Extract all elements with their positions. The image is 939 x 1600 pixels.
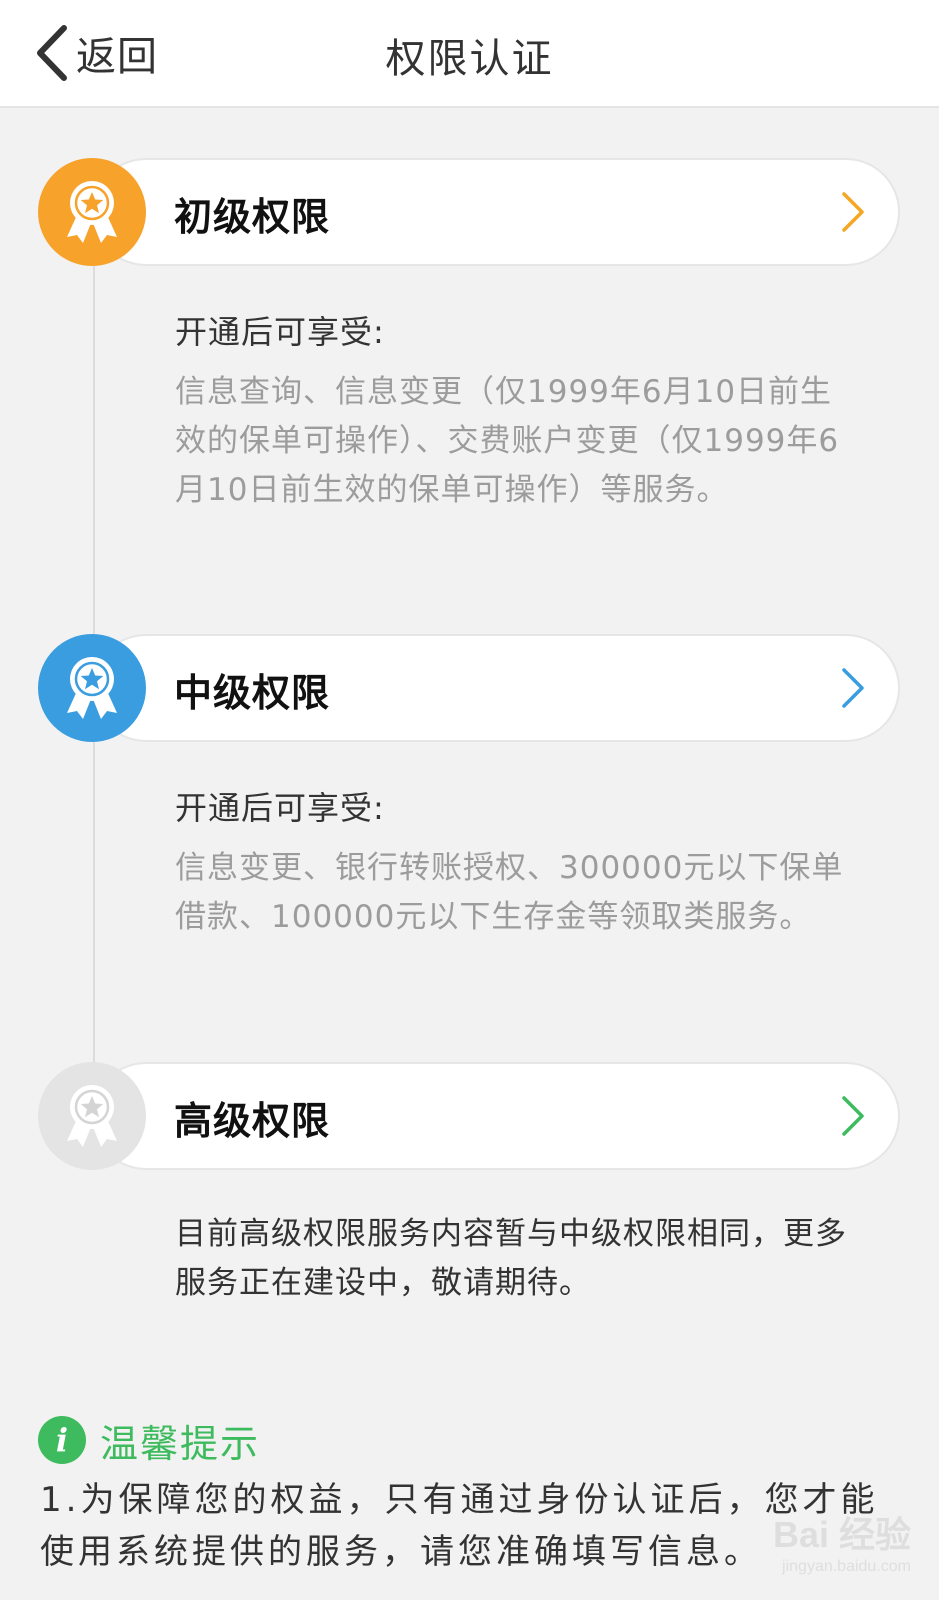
desc-heading: 开通后可享受: (175, 789, 385, 827)
permission-auth-page: 返回 权限认证 初级权限 开通后可享受: 信息查询、信息变更（仅1999年6月1… (0, 0, 939, 1600)
level-title: 中级权限 (174, 671, 331, 715)
level-title: 高级权限 (174, 1099, 331, 1143)
chevron-right-icon (842, 192, 864, 232)
award-medal-icon (67, 181, 117, 243)
level-title: 初级权限 (174, 195, 331, 239)
watermark-url: jingyan.baidu.com (782, 1558, 911, 1575)
badge-advanced (38, 1062, 146, 1170)
award-medal-icon (67, 657, 117, 719)
level-card-intermediate[interactable]: 中级权限 (38, 634, 900, 742)
badge-basic (38, 158, 146, 266)
level-desc-basic: 开通后可享受: 信息查询、信息变更（仅1999年6月10日前生效的保单可操作）、… (175, 308, 855, 515)
watermark-logo: Bai 经验 (772, 1514, 911, 1555)
award-medal-icon (67, 1085, 117, 1147)
level-desc-intermediate: 开通后可享受: 信息变更、银行转账授权、300000元以下保单借款、100000… (175, 784, 855, 942)
level-card-advanced[interactable]: 高级权限 (38, 1062, 900, 1170)
chevron-right-icon (842, 1096, 864, 1136)
tips-header: i 温馨提示 (38, 1416, 260, 1466)
desc-heading: 开通后可享受: (175, 313, 385, 351)
nav-header: 返回 权限认证 (0, 0, 939, 108)
desc-body: 信息变更、银行转账授权、300000元以下保单借款、100000元以下生存金等领… (175, 850, 844, 935)
desc-text: 目前高级权限服务内容暂与中级权限相同，更多服务正在建设中，敬请期待。 (175, 1216, 847, 1301)
badge-intermediate (38, 634, 146, 742)
tips-title: 温馨提示 (100, 1421, 261, 1466)
desc-body: 信息查询、信息变更（仅1999年6月10日前生效的保单可操作）、交费账户变更（仅… (175, 374, 840, 508)
page-title: 权限认证 (385, 36, 554, 82)
level-desc-advanced: 目前高级权限服务内容暂与中级权限相同，更多服务正在建设中，敬请期待。 (175, 1210, 855, 1308)
info-icon: i (38, 1416, 86, 1464)
watermark: Bai 经验 jingyan.baidu.com (773, 1506, 911, 1576)
chevron-right-icon (842, 668, 864, 708)
level-card-basic[interactable]: 初级权限 (38, 158, 900, 266)
